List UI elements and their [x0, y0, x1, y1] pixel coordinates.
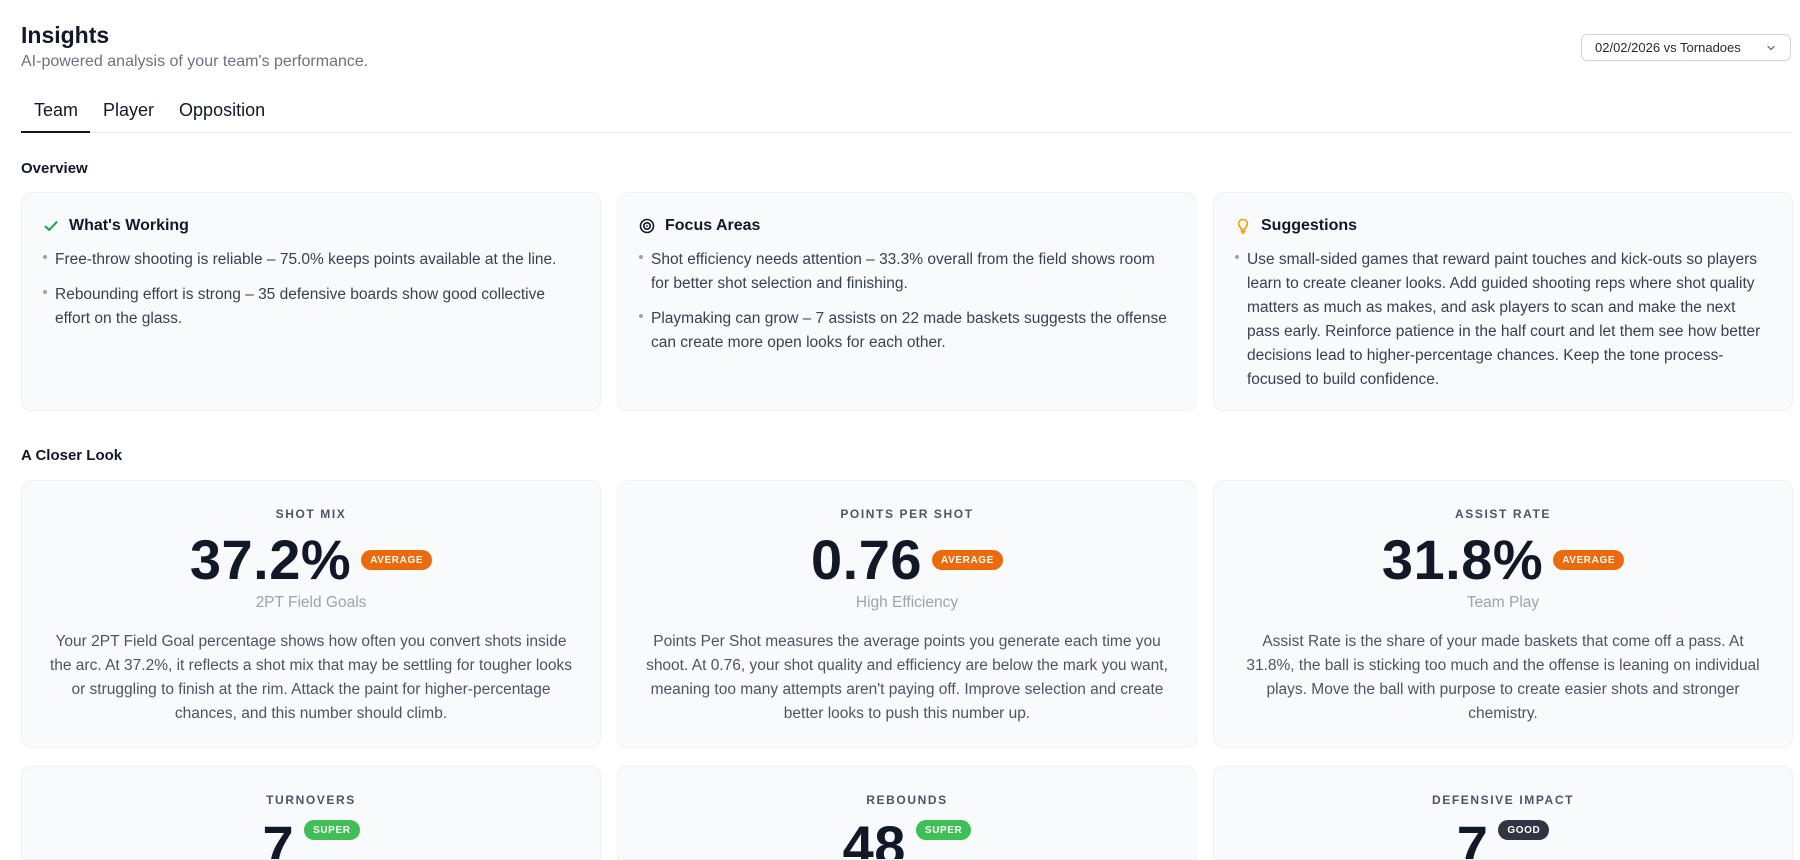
metric-sublabel: Team Play — [1466, 594, 1540, 611]
status-badge: AVERAGE — [1553, 550, 1625, 570]
overview-section-title: Overview — [21, 160, 88, 177]
list-item: Rebounding effort is strong – 35 defensi… — [42, 283, 580, 331]
status-badge: SUPER — [304, 820, 360, 840]
tab-player[interactable]: Player — [90, 94, 166, 133]
page-subtitle: AI-powered analysis of your team's perfo… — [21, 53, 369, 70]
focus-areas-card: Focus Areas Shot efficiency needs attent… — [617, 192, 1197, 411]
metric-value: 0.76 — [811, 528, 923, 591]
list-item: Use small-sided games that reward paint … — [1234, 248, 1772, 392]
metric-card-shot-mix: SHOT MIX 37.2% AVERAGE 2PT Field Goals Y… — [21, 480, 601, 748]
target-icon — [638, 217, 656, 235]
list-item: Shot efficiency needs attention – 33.3% … — [638, 248, 1176, 296]
metric-sublabel: High Efficiency — [855, 594, 959, 611]
metric-label: TURNOVERS — [266, 793, 356, 807]
status-badge: GOOD — [1498, 820, 1550, 840]
status-badge: AVERAGE — [932, 550, 1003, 570]
metric-sublabel: 2PT Field Goals — [255, 594, 367, 611]
metric-value: 37.2% — [189, 528, 352, 591]
metric-value: 7 — [1456, 814, 1489, 860]
metric-card-rebounds: REBOUNDS 48 SUPER — [617, 766, 1197, 860]
metric-label: POINTS PER SHOT — [840, 507, 974, 521]
metric-card-points-per-shot: POINTS PER SHOT 0.76 AVERAGE High Effici… — [617, 480, 1197, 748]
check-icon — [42, 217, 60, 235]
closer-look-section-title: A Closer Look — [21, 447, 123, 464]
focus-areas-header: Focus Areas — [638, 214, 1176, 238]
suggestions-card: Suggestions Use small-sided games that r… — [1213, 192, 1793, 411]
page-title: Insights — [21, 22, 110, 48]
tab-team[interactable]: Team — [21, 94, 91, 133]
metric-card-turnovers: TURNOVERS 7 SUPER — [21, 766, 601, 860]
whats-working-header: What's Working — [42, 214, 580, 238]
list-item: Free-throw shooting is reliable – 75.0% … — [42, 248, 580, 272]
metric-description: Assist Rate is the share of your made ba… — [1246, 633, 1760, 722]
tab-bar: Team Player Opposition — [21, 94, 1791, 133]
metric-description: Points Per Shot measures the average poi… — [646, 633, 1168, 722]
metric-value: 31.8% — [1381, 528, 1544, 591]
metric-label: DEFENSIVE IMPACT — [1431, 793, 1575, 807]
metric-value: 48 — [842, 814, 906, 860]
focus-areas-title: Focus Areas — [665, 217, 761, 234]
whats-working-title: What's Working — [69, 217, 189, 234]
game-select[interactable]: 02/02/2026 vs Tornadoes — [1581, 34, 1791, 61]
suggestions-header: Suggestions — [1234, 214, 1772, 238]
metric-label: SHOT MIX — [275, 507, 347, 521]
metric-card-defensive-impact: DEFENSIVE IMPACT 7 GOOD — [1213, 766, 1793, 860]
whats-working-card: What's Working Free-throw shooting is re… — [21, 192, 601, 411]
metric-value: 7 — [262, 814, 295, 860]
lightbulb-icon — [1234, 217, 1252, 235]
metric-label: REBOUNDS — [866, 793, 948, 807]
game-select-value: 02/02/2026 vs Tornadoes — [1595, 40, 1741, 55]
status-badge: SUPER — [915, 820, 972, 840]
tab-opposition[interactable]: Opposition — [166, 94, 277, 133]
status-badge: AVERAGE — [361, 550, 433, 570]
chevron-down-icon — [1764, 41, 1778, 55]
suggestions-title: Suggestions — [1261, 217, 1358, 234]
metric-card-assist-rate: ASSIST RATE 31.8% AVERAGE Team Play Assi… — [1213, 480, 1793, 748]
list-item: Playmaking can grow – 7 assists on 22 ma… — [638, 307, 1176, 355]
metric-label: ASSIST RATE — [1454, 507, 1552, 521]
metric-description: Your 2PT Field Goal percentage shows how… — [49, 633, 573, 722]
